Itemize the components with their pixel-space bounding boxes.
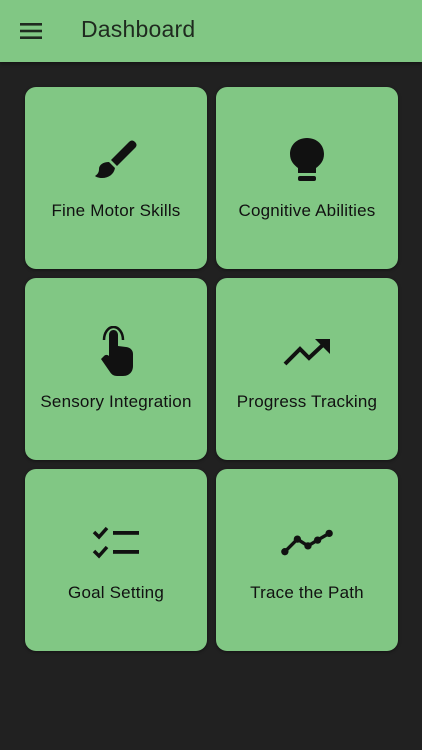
lightbulb-icon <box>281 135 333 187</box>
card-label: Cognitive Abilities <box>238 201 376 220</box>
app-bar: Dashboard <box>0 0 422 62</box>
card-sensory-integration[interactable]: Sensory Integration <box>25 278 207 460</box>
menu-button[interactable] <box>16 17 46 45</box>
card-fine-motor-skills[interactable]: Fine Motor Skills <box>25 87 207 269</box>
card-progress-tracking[interactable]: Progress Tracking <box>216 278 398 460</box>
card-label: Fine Motor Skills <box>51 201 181 220</box>
card-cognitive-abilities[interactable]: Cognitive Abilities <box>216 87 398 269</box>
dashboard-grid: Fine Motor Skills Cognitive Abilities Se… <box>25 87 398 651</box>
card-label: Goal Setting <box>68 583 164 602</box>
trending-up-icon <box>281 326 333 378</box>
card-trace-the-path[interactable]: Trace the Path <box>216 469 398 651</box>
card-label: Trace the Path <box>250 583 364 602</box>
page-title: Dashboard <box>81 16 196 42</box>
menu-icon <box>20 23 42 39</box>
paintbrush-icon <box>90 135 142 187</box>
checklist-icon <box>90 517 142 569</box>
card-label: Sensory Integration <box>40 392 192 411</box>
card-label: Progress Tracking <box>236 392 378 411</box>
touch-hand-icon <box>90 326 142 378</box>
card-goal-setting[interactable]: Goal Setting <box>25 469 207 651</box>
line-path-icon <box>281 517 333 569</box>
